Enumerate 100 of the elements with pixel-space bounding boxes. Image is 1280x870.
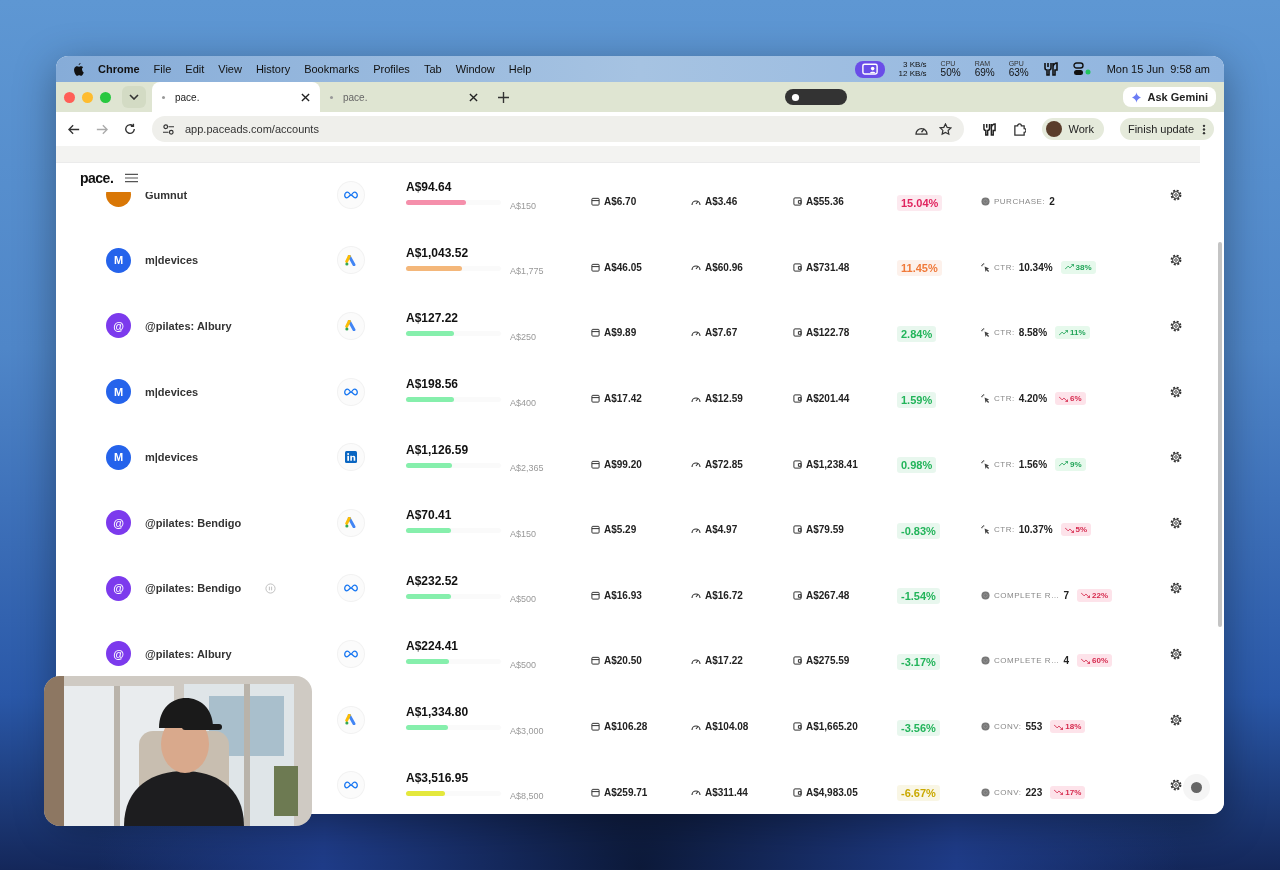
- ask-gemini-button[interactable]: Ask Gemini: [1123, 87, 1216, 107]
- pace-percentage: -3.17%: [897, 653, 940, 670]
- remaining-amount: A$122.78: [806, 327, 850, 339]
- trend-badge: 18%: [1050, 720, 1086, 734]
- gauge-icon: [691, 394, 701, 403]
- yesterday-amount: A$106.28: [604, 721, 648, 733]
- spend-amount: A$198.56: [406, 377, 459, 392]
- scrollbar-thumb[interactable]: [1218, 242, 1222, 627]
- finish-update-button[interactable]: Finish update: [1119, 118, 1214, 140]
- account-name[interactable]: @pilates: Bendigo: [145, 582, 242, 595]
- extensions-icon[interactable]: [1013, 122, 1027, 136]
- app-menu[interactable]: Chrome: [98, 63, 140, 75]
- close-icon[interactable]: [469, 92, 478, 102]
- trend-down-icon: [1064, 526, 1074, 533]
- budget-amount: A$500: [510, 594, 537, 605]
- settings-icon[interactable]: [1170, 188, 1182, 201]
- spend-amount: A$232.52: [406, 573, 459, 588]
- site-info-icon[interactable]: [162, 123, 175, 135]
- trend-badge: 60%: [1077, 654, 1113, 668]
- account-name[interactable]: Gumnut: [145, 188, 188, 201]
- sparkle-icon: [1131, 91, 1143, 103]
- address-bar[interactable]: app.paceads.com/accounts: [152, 116, 965, 142]
- account-name[interactable]: m|devices: [145, 385, 199, 398]
- remaining-amount: A$731.48: [806, 261, 850, 273]
- goal-value: 10.34%: [1018, 261, 1053, 273]
- recording-pill-icon[interactable]: [785, 89, 848, 105]
- browser-tab[interactable]: pace.: [320, 82, 488, 112]
- trend-up-icon: [1064, 264, 1074, 271]
- target-icon: [981, 656, 990, 666]
- account-name[interactable]: @pilates: Bendigo: [145, 516, 242, 529]
- close-icon[interactable]: [301, 92, 310, 102]
- settings-icon[interactable]: [1170, 516, 1182, 529]
- settings-icon[interactable]: [1170, 713, 1182, 726]
- target-icon: [981, 590, 990, 600]
- menu-item[interactable]: Tab: [423, 63, 442, 75]
- fork-knife-icon[interactable]: [982, 122, 998, 136]
- settings-icon[interactable]: [1170, 385, 1182, 398]
- gauge-icon: [691, 197, 701, 206]
- menu-icon[interactable]: [125, 173, 139, 183]
- settings-icon[interactable]: [1170, 451, 1182, 464]
- calendar-icon: [591, 722, 600, 732]
- goal-label: COMPLETE R…: [994, 590, 1060, 600]
- screen-share-icon[interactable]: [854, 60, 885, 78]
- trend-up-icon: [1059, 461, 1069, 468]
- spend-amount: A$1,043.52: [406, 245, 469, 260]
- goal-label: COMPLETE R…: [994, 656, 1060, 666]
- calendar-icon: [591, 328, 600, 338]
- goal-value: 10.37%: [1018, 524, 1053, 536]
- back-icon[interactable]: [68, 123, 80, 135]
- settings-icon[interactable]: [1170, 254, 1182, 267]
- goal-label: CONV:: [994, 722, 1022, 732]
- account-name[interactable]: @pilates: Albury: [145, 647, 232, 660]
- remaining-amount: A$1,665.20: [806, 721, 858, 733]
- new-tab-icon[interactable]: [498, 91, 509, 103]
- menu-item[interactable]: Help: [508, 63, 532, 75]
- cursor-click-icon: [981, 459, 990, 469]
- calendar-icon: [591, 262, 600, 272]
- chevron-down-icon[interactable]: [129, 94, 139, 100]
- yesterday-amount: A$6.70: [604, 196, 637, 208]
- browser-tab[interactable]: pace.: [152, 82, 320, 112]
- remaining-amount: A$201.44: [806, 393, 850, 405]
- trend-down-icon: [1059, 395, 1069, 402]
- budget-amount: A$2,365: [510, 463, 544, 474]
- profile-button[interactable]: Work: [1042, 118, 1104, 140]
- network-speed: 12 KB/s: [898, 69, 927, 78]
- pace-percentage: 11.45%: [897, 260, 942, 277]
- menu-item[interactable]: View: [218, 63, 242, 75]
- menu-item[interactable]: Bookmarks: [304, 63, 360, 75]
- reload-icon[interactable]: [124, 123, 136, 135]
- daily-amount: A$3.46: [705, 196, 738, 208]
- settings-icon[interactable]: [1170, 582, 1182, 595]
- trend-badge: 38%: [1060, 260, 1096, 274]
- spend-amount: A$224.41: [406, 639, 459, 654]
- menu-item[interactable]: Edit: [185, 63, 205, 75]
- yesterday-amount: A$259.71: [604, 786, 648, 798]
- apple-logo-icon[interactable]: [72, 62, 84, 76]
- account-name[interactable]: @pilates: Albury: [145, 320, 232, 332]
- account-name[interactable]: m|devices: [145, 254, 199, 267]
- remaining-amount: A$4,983.05: [806, 786, 858, 798]
- spend-amount: A$1,334.80: [406, 705, 469, 720]
- yesterday-amount: A$46.05: [604, 261, 642, 273]
- fork-knife-icon[interactable]: [1042, 62, 1059, 76]
- remaining-amount: A$1,238.41: [806, 458, 858, 470]
- settings-icon[interactable]: [1170, 647, 1182, 660]
- calendar-icon: [591, 394, 600, 404]
- menu-bar-clock[interactable]: Mon 15 Jun 9:58 am: [1106, 63, 1210, 75]
- settings-icon[interactable]: [1170, 320, 1182, 332]
- star-icon[interactable]: [939, 122, 953, 136]
- more-icon[interactable]: [1202, 123, 1206, 135]
- gauge-icon: [691, 656, 701, 665]
- pace-percentage: 15.04%: [897, 194, 943, 211]
- account-name[interactable]: m|devices: [145, 451, 199, 464]
- menu-item[interactable]: Profiles: [373, 63, 410, 75]
- menu-item[interactable]: History: [255, 63, 291, 75]
- menu-item[interactable]: Window: [455, 63, 495, 75]
- menu-item[interactable]: File: [153, 63, 172, 75]
- gauge-icon: [691, 788, 701, 797]
- settings-icon[interactable]: [1170, 779, 1182, 792]
- control-center-icon[interactable]: [1072, 62, 1093, 76]
- pace-logo[interactable]: pace.: [80, 170, 114, 186]
